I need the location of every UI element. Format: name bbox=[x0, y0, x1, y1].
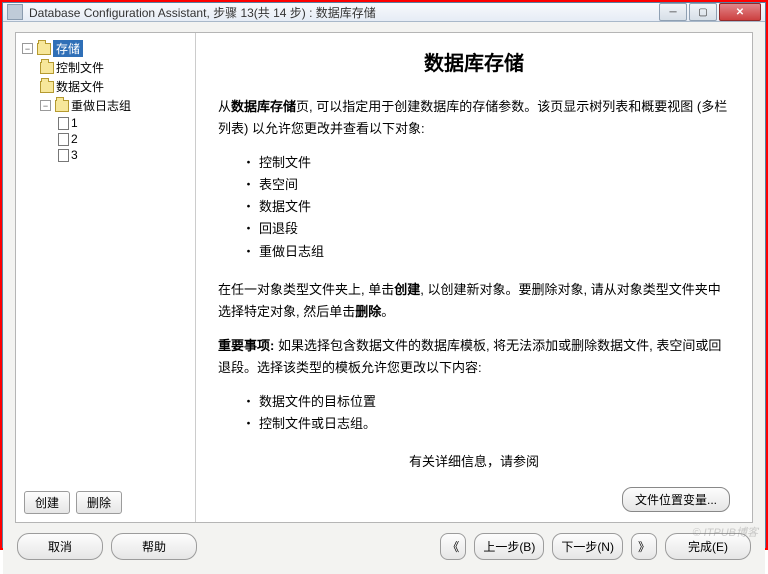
list-item: 控制文件 bbox=[242, 152, 730, 174]
tree-label: 重做日志组 bbox=[71, 97, 131, 114]
tree-item-redo-3[interactable]: 3 bbox=[58, 147, 191, 163]
intro-paragraph: 从数据库存储页, 可以指定用于创建数据库的存储参数。该页显示树列表和概要视图 (… bbox=[218, 96, 730, 140]
file-icon bbox=[58, 117, 69, 130]
page-heading: 数据库存储 bbox=[218, 47, 730, 76]
collapse-icon[interactable]: − bbox=[22, 43, 33, 54]
next-button[interactable]: 下一步(N) bbox=[552, 533, 623, 560]
titlebar: Database Configuration Assistant, 步骤 13(… bbox=[3, 3, 765, 22]
create-button[interactable]: 创建 bbox=[24, 491, 70, 514]
list-item: 表空间 bbox=[242, 174, 730, 196]
folder-icon bbox=[55, 100, 69, 112]
close-button[interactable]: ✕ bbox=[719, 3, 761, 21]
wizard-footer: 取消 帮助 《 上一步(B) 下一步(N) 》 完成(E) bbox=[15, 523, 753, 566]
tree-item-data-files[interactable]: 数据文件 bbox=[40, 77, 191, 96]
minimize-button[interactable]: ─ bbox=[659, 3, 687, 21]
template-list: 数据文件的目标位置 控制文件或日志组。 bbox=[242, 391, 730, 435]
list-item: 数据文件 bbox=[242, 196, 730, 218]
maximize-button[interactable]: ▢ bbox=[689, 3, 717, 21]
tree-item-redo-1[interactable]: 1 bbox=[58, 115, 191, 131]
instruction-paragraph: 在任一对象类型文件夹上, 单击创建, 以创建新对象。要删除对象, 请从对象类型文… bbox=[218, 279, 730, 323]
list-item: 控制文件或日志组。 bbox=[242, 413, 730, 435]
location-button-row: 文件位置变量... bbox=[218, 479, 730, 512]
tree-label: 1 bbox=[71, 116, 78, 130]
last-button[interactable]: 》 bbox=[631, 533, 657, 560]
tree-label: 控制文件 bbox=[56, 59, 104, 76]
tree-label: 数据文件 bbox=[56, 78, 104, 95]
back-button[interactable]: 上一步(B) bbox=[474, 533, 544, 560]
window-title: Database Configuration Assistant, 步骤 13(… bbox=[29, 4, 659, 21]
tree-item-redo-2[interactable]: 2 bbox=[58, 131, 191, 147]
file-location-variables-button[interactable]: 文件位置变量... bbox=[622, 487, 730, 512]
important-note: 重要事项: 如果选择包含数据文件的数据库模板, 将无法添加或删除数据文件, 表空… bbox=[218, 335, 730, 379]
collapse-icon[interactable]: − bbox=[40, 100, 51, 111]
first-button[interactable]: 《 bbox=[440, 533, 466, 560]
folder-icon bbox=[37, 43, 51, 55]
window-controls: ─ ▢ ✕ bbox=[659, 3, 761, 21]
list-item: 重做日志组 bbox=[242, 241, 730, 263]
tree-label: 2 bbox=[71, 132, 78, 146]
main-panel: − 存储 控制文件 数据文件 − 重做日志组 bbox=[15, 32, 753, 523]
tree-label: 3 bbox=[71, 148, 78, 162]
help-button[interactable]: 帮助 bbox=[111, 533, 197, 560]
tree-button-row: 创建 删除 bbox=[16, 485, 195, 522]
list-item: 数据文件的目标位置 bbox=[242, 391, 730, 413]
more-info-text: 有关详细信息，请参阅 bbox=[218, 451, 730, 473]
tree-item-redo-group[interactable]: − 重做日志组 bbox=[40, 96, 191, 115]
tree-root[interactable]: − 存储 bbox=[22, 39, 191, 58]
tree-root-label: 存储 bbox=[53, 40, 83, 57]
folder-icon bbox=[40, 81, 54, 93]
list-item: 回退段 bbox=[242, 218, 730, 240]
object-list: 控制文件 表空间 数据文件 回退段 重做日志组 bbox=[242, 152, 730, 262]
folder-icon bbox=[40, 62, 54, 74]
file-icon bbox=[58, 133, 69, 146]
file-icon bbox=[58, 149, 69, 162]
tree-item-control-files[interactable]: 控制文件 bbox=[40, 58, 191, 77]
app-icon bbox=[7, 4, 23, 20]
content-panel: 数据库存储 从数据库存储页, 可以指定用于创建数据库的存储参数。该页显示树列表和… bbox=[196, 33, 752, 522]
cancel-button[interactable]: 取消 bbox=[17, 533, 103, 560]
delete-button[interactable]: 删除 bbox=[76, 491, 122, 514]
finish-button[interactable]: 完成(E) bbox=[665, 533, 751, 560]
storage-tree[interactable]: − 存储 控制文件 数据文件 − 重做日志组 bbox=[16, 33, 195, 485]
window-frame: Database Configuration Assistant, 步骤 13(… bbox=[2, 2, 766, 548]
client-area: − 存储 控制文件 数据文件 − 重做日志组 bbox=[3, 22, 765, 574]
tree-panel: − 存储 控制文件 数据文件 − 重做日志组 bbox=[16, 33, 196, 522]
